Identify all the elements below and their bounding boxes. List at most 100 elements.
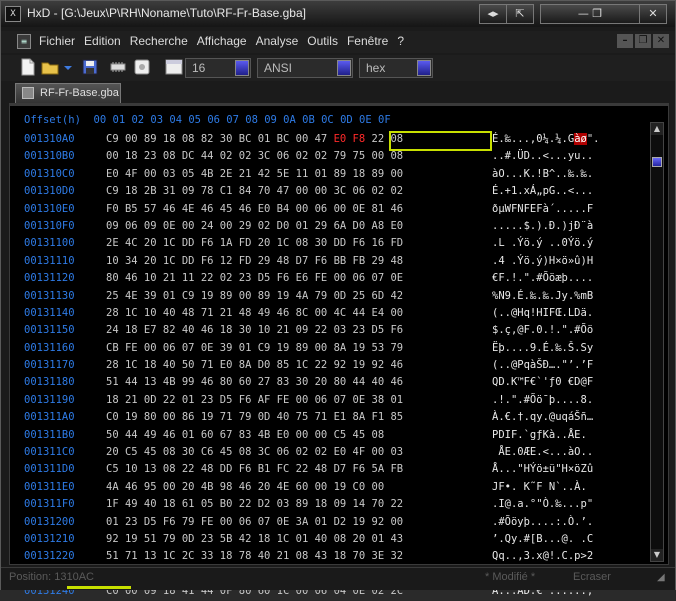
row-hex-bytes[interactable]: 00 18 23 08 DC 44 02 02 3C 06 02 02 79 7… [106, 148, 492, 165]
offset-base-select[interactable]: hex [359, 58, 433, 78]
menu-item-3[interactable]: Affichage [197, 34, 247, 48]
row-hex-bytes[interactable]: 24 18 E7 82 40 46 18 30 10 21 09 22 03 2… [106, 322, 492, 339]
document-menu-icon[interactable]: ≡ [17, 34, 31, 49]
hex-row[interactable]: 001311B0 50 44 49 46 01 60 67 83 4B E0 00… [24, 427, 632, 444]
row-ascii[interactable]: (..@PqàŠÐ…."’.’F [492, 357, 632, 374]
hex-row[interactable]: 00131140 28 1C 10 40 48 71 21 48 49 46 8C… [24, 305, 632, 322]
save-icon[interactable] [81, 58, 99, 76]
minimize-maximize-button[interactable]: — ❐ [541, 5, 639, 23]
row-hex-bytes[interactable]: 25 4E 39 01 C9 19 89 00 89 19 4A 79 0D 2… [106, 288, 492, 305]
hex-row[interactable]: 001310D0 C9 18 2B 31 09 78 C1 84 70 47 00… [24, 183, 632, 200]
row-hex-bytes[interactable]: C5 10 13 08 22 48 DD F6 B1 FC 22 48 D7 F… [106, 461, 492, 478]
row-ascii[interactable]: .I@.a.°"Ò.‰...p" [492, 496, 632, 513]
arrows-button[interactable]: ◂▸ [480, 5, 506, 23]
hex-row[interactable]: 001311A0 C0 19 80 00 86 19 71 79 0D 40 75… [24, 409, 632, 426]
open-folder-icon[interactable] [41, 58, 59, 76]
row-ascii[interactable]: .4 .Ýö.ý)H×ö»û)H [492, 253, 632, 270]
hex-row[interactable]: 001310A0 C9 00 89 18 08 82 30 BC 01 BC 00… [24, 131, 632, 148]
row-ascii[interactable]: .!.".#Õö¯þ....8. [492, 392, 632, 409]
hex-row[interactable]: 00131150 24 18 E7 82 40 46 18 30 10 21 09… [24, 322, 632, 339]
hex-row[interactable]: 001311D0 C5 10 13 08 22 48 DD F6 B1 FC 22… [24, 461, 632, 478]
hex-row[interactable]: 00131210 92 19 51 79 0D 23 5B 42 18 1C 01… [24, 531, 632, 548]
row-hex-bytes[interactable]: E0 4F 00 03 05 4B 2E 21 42 5E 11 01 89 1… [106, 166, 492, 183]
row-hex-bytes[interactable]: 51 71 13 1C 2C 33 18 78 40 21 08 43 18 7… [106, 548, 492, 565]
row-hex-bytes[interactable]: 2E 4C 20 1C DD F6 1A FD 20 1C 08 30 DD F… [106, 235, 492, 252]
row-hex-bytes[interactable]: 4A 46 95 00 20 4B 98 46 20 4E 60 00 19 C… [106, 479, 492, 496]
charset-select[interactable]: ANSI [257, 58, 353, 78]
row-hex-bytes[interactable]: 18 21 0D 22 01 23 D5 F6 AF FE 00 06 07 0… [106, 392, 492, 409]
hex-row[interactable]: 001311C0 20 C5 45 08 30 C6 45 08 3C 06 02… [24, 444, 632, 461]
dropdown-arrow-icon[interactable] [337, 60, 351, 76]
row-ascii[interactable]: Qq..,3.x@!.C.p>2 [492, 548, 632, 565]
menu-item-5[interactable]: Outils [307, 34, 338, 48]
row-ascii[interactable]: %N9.É.‰.‰.Jy.%mB [492, 288, 632, 305]
hex-row[interactable]: 00131170 28 1C 18 40 50 71 E0 8A D0 85 1C… [24, 357, 632, 374]
memory-chip-icon[interactable] [109, 58, 127, 76]
tab-file[interactable]: RF-Fr-Base.gba [15, 83, 121, 103]
row-ascii[interactable]: QD.K™F€`'ƒ0 €D@F [492, 374, 632, 391]
row-ascii[interactable]: Ëþ....9.É.‰.Š.Sy [492, 340, 632, 357]
dropdown-arrow-icon[interactable] [417, 60, 431, 76]
scroll-thumb[interactable] [652, 157, 662, 167]
scroll-down-icon[interactable]: ▼ [651, 549, 663, 561]
hex-row[interactable]: 001310C0 E0 4F 00 03 05 4B 2E 21 42 5E 11… [24, 166, 632, 183]
row-ascii[interactable]: ’.Qy.#[B...@. .C [492, 531, 632, 548]
row-hex-bytes[interactable]: 50 44 49 46 01 60 67 83 4B E0 00 00 C5 4… [106, 427, 492, 444]
hex-row[interactable]: 001310E0 F0 B5 57 46 4E 46 45 46 E0 B4 00… [24, 201, 632, 218]
row-hex-bytes[interactable]: 28 1C 10 40 48 71 21 48 49 46 8C 00 4C 4… [106, 305, 492, 322]
resize-grip-icon[interactable]: ◢ [657, 572, 669, 584]
restore-icon[interactable]: ⇱ [506, 5, 533, 23]
chevron-down-icon[interactable] [63, 58, 73, 76]
menu-item-1[interactable]: Edition [84, 34, 121, 48]
row-ascii[interactable]: .L .Ýö.ý ..0Ýö.ý [492, 235, 632, 252]
hex-row[interactable]: 001311F0 1F 49 40 18 61 05 B0 22 D2 03 89… [24, 496, 632, 513]
row-hex-bytes[interactable]: CB FE 00 06 07 0E 39 01 C9 19 89 00 8A 1… [106, 340, 492, 357]
new-file-icon[interactable] [19, 58, 37, 76]
menu-item-7[interactable]: ? [397, 34, 404, 48]
hxd-app-icon[interactable]: X [5, 6, 21, 22]
mdi-close-icon[interactable]: ✕ [653, 34, 669, 48]
columns-icon[interactable] [165, 58, 183, 76]
hex-row[interactable]: 00131220 51 71 13 1C 2C 33 18 78 40 21 08… [24, 548, 632, 565]
hex-row[interactable]: 001310B0 00 18 23 08 DC 44 02 02 3C 06 02… [24, 148, 632, 165]
menu-item-0[interactable]: Fichier [39, 34, 75, 48]
menu-item-2[interactable]: Recherche [130, 34, 188, 48]
row-hex-bytes[interactable]: 09 06 09 0E 00 24 00 29 02 D0 01 29 6A D… [106, 218, 492, 235]
row-ascii[interactable]: .....$.).Ð.)jÐ¨à [492, 218, 632, 235]
row-hex-bytes[interactable]: 28 1C 18 40 50 71 E0 8A D0 85 1C 22 92 1… [106, 357, 492, 374]
row-ascii[interactable]: À.€.†.qy.@uqáŠñ… [492, 409, 632, 426]
scroll-up-icon[interactable]: ▲ [651, 123, 663, 135]
row-ascii[interactable]: ..#.ÜD..<...yu.. [492, 148, 632, 165]
row-hex-bytes[interactable]: 10 34 20 1C DD F6 12 FD 29 48 D7 F6 BB F… [106, 253, 492, 270]
bytes-per-row-select[interactable]: 16 [185, 58, 251, 78]
row-hex-bytes[interactable]: 01 23 D5 F6 79 FE 00 06 07 0E 3A 01 D2 1… [106, 514, 492, 531]
row-ascii[interactable]: àO...K.!B^..‰.‰. [492, 166, 632, 183]
row-hex-bytes[interactable]: 51 44 13 4B 99 46 80 60 27 83 30 20 80 4… [106, 374, 492, 391]
hex-row[interactable]: 001311E0 4A 46 95 00 20 4B 98 46 20 4E 60… [24, 479, 632, 496]
row-ascii[interactable]: €F.!.".#Õöæþ.... [492, 270, 632, 287]
hex-editor[interactable]: Offset(h) 00 01 02 03 04 05 06 07 08 09 … [9, 105, 669, 597]
hex-row[interactable]: 00131190 18 21 0D 22 01 23 D5 F6 AF FE 00… [24, 392, 632, 409]
hex-row[interactable]: 001310F0 09 06 09 0E 00 24 00 29 02 D0 01… [24, 218, 632, 235]
row-hex-bytes[interactable]: 92 19 51 79 0D 23 5B 42 18 1C 01 40 08 2… [106, 531, 492, 548]
row-ascii[interactable]: .#Õöyþ....:.Ò.’. [492, 514, 632, 531]
row-ascii[interactable]: É.+1.xÁ„pG..<... [492, 183, 632, 200]
disk-icon[interactable] [133, 58, 151, 76]
menu-item-4[interactable]: Analyse [256, 34, 299, 48]
row-hex-bytes[interactable]: 1F 49 40 18 61 05 B0 22 D2 03 89 18 09 1… [106, 496, 492, 513]
hex-row[interactable]: 00131100 2E 4C 20 1C DD F6 1A FD 20 1C 08… [24, 235, 632, 252]
row-hex-bytes[interactable]: F0 B5 57 46 4E 46 45 46 E0 B4 00 06 00 0… [106, 201, 492, 218]
row-ascii[interactable]: Å..."HÝö±ü"H×öZû [492, 461, 632, 478]
row-ascii[interactable]: ÅE.0ÆE.<...àO.. [492, 444, 632, 461]
title-bar[interactable]: X HxD - [G:\Jeux\P\RH\Noname\Tuto\RF-Fr-… [1, 1, 675, 27]
row-ascii[interactable]: JF•. K˜F N`..À. [492, 479, 632, 496]
row-hex-bytes[interactable]: 80 46 10 21 11 22 02 23 D5 F6 E6 FE 00 0… [106, 270, 492, 287]
menu-item-6[interactable]: Fenêtre [347, 34, 388, 48]
hex-row[interactable]: 00131120 80 46 10 21 11 22 02 23 D5 F6 E6… [24, 270, 632, 287]
row-hex-bytes[interactable]: C0 19 80 00 86 19 71 79 0D 40 75 71 E1 8… [106, 409, 492, 426]
row-ascii[interactable]: PDIF.`gƒKà..ÅE. [492, 427, 632, 444]
row-ascii[interactable]: É.‰...‚0¼.¼.Gàø". [492, 131, 632, 148]
row-ascii[interactable]: (..@Hq!HIFŒ.LDä. [492, 305, 632, 322]
mdi-restore-icon[interactable]: ❐ [635, 34, 651, 48]
hex-row[interactable]: 00131130 25 4E 39 01 C9 19 89 00 89 19 4A… [24, 288, 632, 305]
